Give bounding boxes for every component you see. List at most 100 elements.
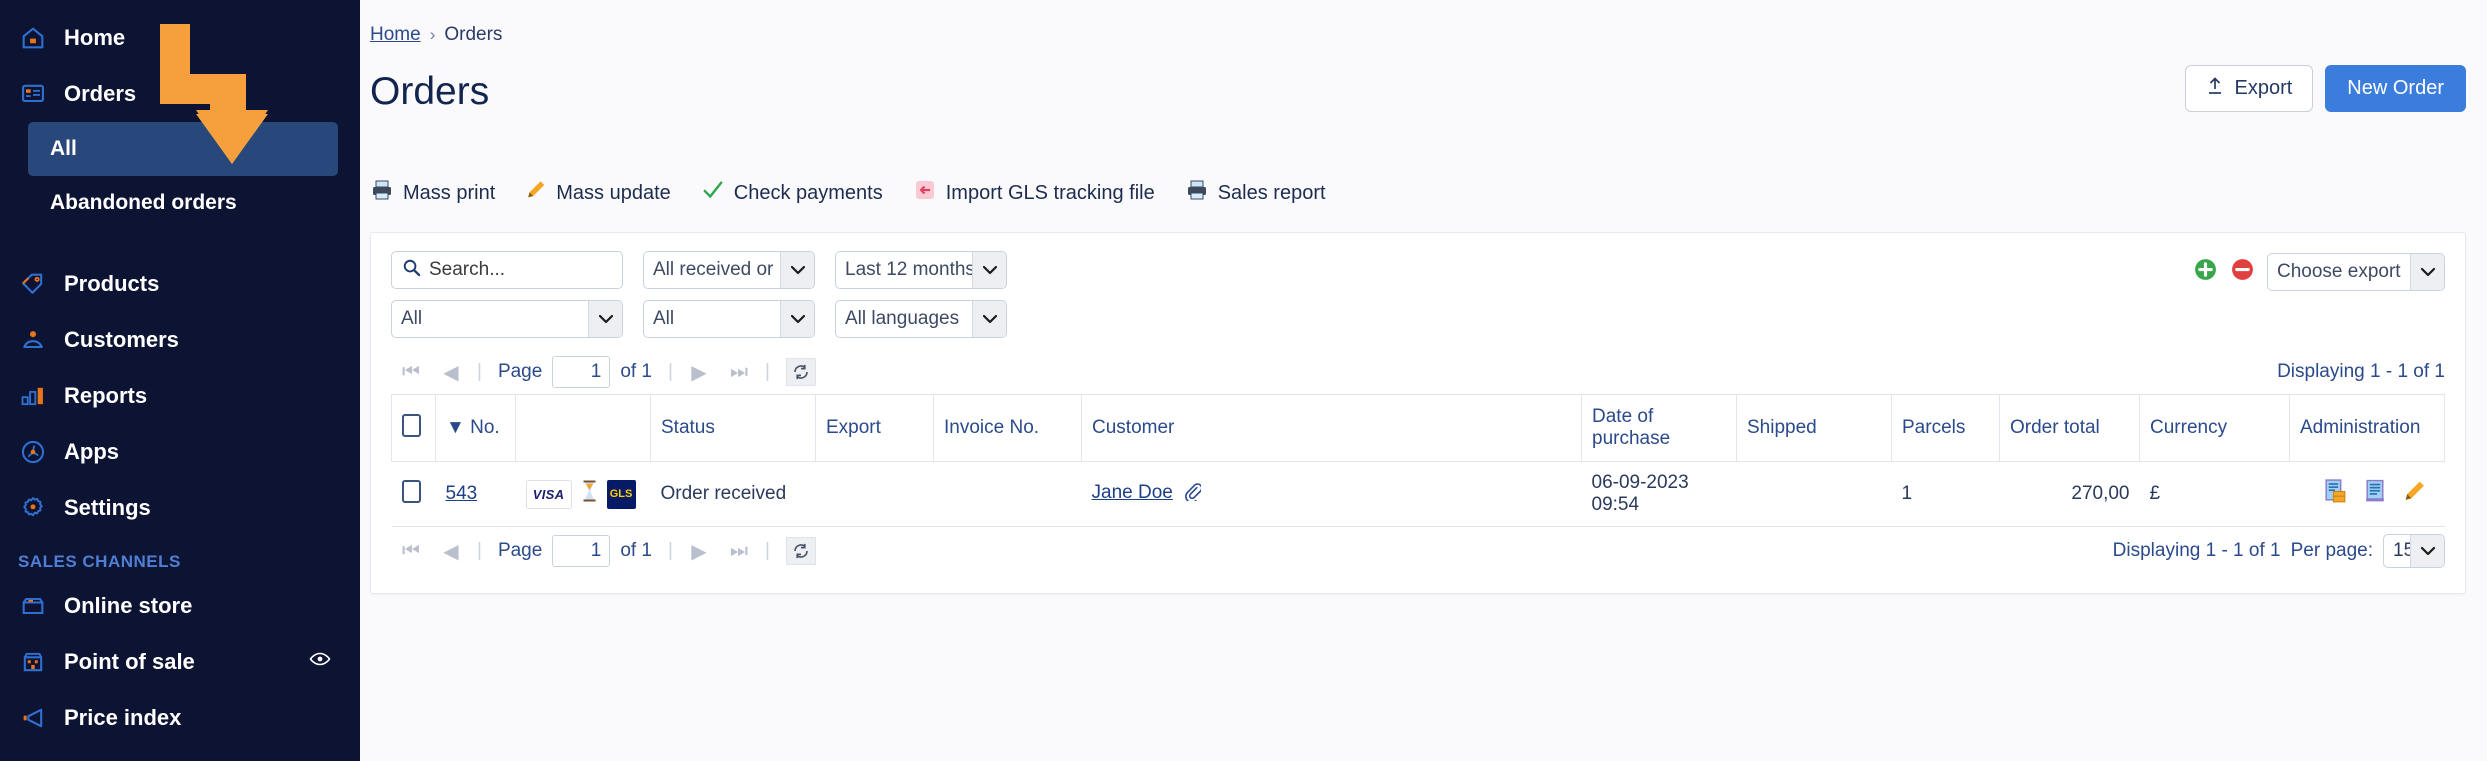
pencil-icon: [525, 179, 547, 207]
column-currency[interactable]: Currency: [2139, 394, 2290, 462]
remove-export-icon[interactable]: [2230, 257, 2255, 287]
packing-slip-icon[interactable]: [2362, 478, 2389, 511]
column-invoice-no[interactable]: Invoice No.: [933, 394, 1082, 462]
language-filter-select[interactable]: All languages: [835, 300, 1007, 338]
search-input[interactable]: [429, 259, 612, 281]
next-page-button[interactable]: ▶: [679, 360, 719, 385]
toolbar: Mass print Mass update Check payments Im…: [370, 178, 1326, 208]
column-no[interactable]: ▼ No.: [435, 394, 516, 462]
page-of-label: of 1: [620, 540, 653, 561]
table-row[interactable]: 543 VISA GLS Order received Jane Doe 06-…: [391, 461, 2445, 527]
choose-export-select[interactable]: Choose export: [2267, 253, 2445, 291]
column-label: Customer: [1092, 417, 1175, 438]
new-order-button[interactable]: New Order: [2325, 65, 2466, 112]
search-box[interactable]: [391, 251, 623, 289]
cell-invoice-no: [933, 461, 1082, 527]
column-export[interactable]: Export: [815, 394, 934, 462]
page-input[interactable]: [552, 535, 611, 567]
sidebar-item-home[interactable]: Home: [0, 10, 360, 66]
filters-row-2: All All All languages: [391, 300, 2445, 338]
hourglass-icon: [581, 479, 598, 509]
status-filter-select[interactable]: All received or: [643, 251, 815, 289]
import-gls-tracking-action[interactable]: Import GLS tracking file: [913, 178, 1155, 208]
pagination-bottom: ⏮ ◀ | Page of 1 | ▶ ⏭ | Displaying 1 - 1…: [391, 531, 2445, 571]
sidebar-item-settings[interactable]: Settings: [0, 480, 360, 536]
pager-divider: |: [668, 361, 673, 382]
mass-update-action[interactable]: Mass update: [525, 179, 671, 207]
visa-badge: VISA: [525, 479, 572, 509]
export-button[interactable]: Export: [2185, 65, 2314, 112]
sidebar-item-abandoned-orders[interactable]: Abandoned orders: [28, 176, 338, 230]
add-export-icon[interactable]: [2193, 257, 2218, 287]
next-page-button[interactable]: ▶: [679, 539, 719, 564]
column-shipped[interactable]: Shipped: [1736, 394, 1892, 462]
refresh-icon[interactable]: [785, 358, 816, 386]
column-customer[interactable]: Customer: [1081, 394, 1582, 462]
cell-order-number: 543: [435, 461, 516, 527]
sidebar-subitem-label: All: [50, 137, 77, 160]
select-all-checkbox[interactable]: [402, 413, 421, 437]
paperclip-icon[interactable]: [1184, 482, 1203, 507]
cell-administration: [2289, 461, 2445, 527]
customer-link[interactable]: Jane Doe: [1092, 482, 1173, 503]
column-label: Status: [661, 417, 715, 438]
sidebar-item-online-store[interactable]: Online store: [0, 578, 360, 634]
sidebar-item-apps[interactable]: Apps: [0, 424, 360, 480]
row-checkbox[interactable]: [401, 479, 421, 503]
column-date-of-purchase[interactable]: Date of purchase: [1581, 394, 1737, 462]
refresh-icon[interactable]: [785, 537, 816, 565]
filters-area: All received or Last 12 months: [391, 251, 2445, 338]
column-status[interactable]: Status: [650, 394, 816, 462]
order-number-link[interactable]: 543: [446, 483, 478, 504]
store-icon: [18, 591, 48, 621]
language-filter-value: All languages: [845, 308, 960, 329]
filter-a-select[interactable]: All: [391, 300, 623, 338]
sidebar-item-products[interactable]: Products: [0, 256, 360, 312]
filter-b-value: All: [653, 308, 675, 329]
last-page-button[interactable]: ⏭: [719, 361, 759, 384]
period-filter-value: Last 12 months: [845, 259, 972, 280]
edit-order-icon[interactable]: [2402, 479, 2427, 510]
sidebar-item-label: Orders: [64, 81, 137, 106]
cell-parcels: 1: [1891, 461, 2000, 527]
tag-icon: [18, 269, 48, 299]
column-order-total[interactable]: Order total: [1999, 394, 2140, 462]
chevron-right-icon: ›: [429, 25, 436, 44]
sidebar-item-reports[interactable]: Reports: [0, 368, 360, 424]
page-of-label: of 1: [620, 361, 653, 382]
chevron-down-icon: [2410, 254, 2444, 290]
last-page-button[interactable]: ⏭: [719, 540, 759, 563]
chevron-down-icon: [2410, 535, 2444, 567]
column-label: Currency: [2150, 417, 2228, 438]
mass-print-action[interactable]: Mass print: [370, 179, 495, 207]
sidebar-item-all[interactable]: All: [28, 122, 338, 176]
breadcrumb-home-link[interactable]: Home: [370, 24, 421, 46]
prev-page-button[interactable]: ◀: [431, 539, 471, 564]
prev-page-button[interactable]: ◀: [431, 360, 471, 385]
gear-icon: [18, 493, 48, 523]
period-filter-select[interactable]: Last 12 months: [835, 251, 1007, 289]
sidebar-item-orders[interactable]: Orders: [0, 66, 360, 122]
per-page-select[interactable]: 15: [2383, 534, 2445, 568]
sidebar-item-label: Settings: [64, 495, 151, 520]
cell-order-total: 270,00: [1999, 461, 2140, 527]
column-label: Invoice No.: [944, 417, 1040, 438]
app-root: Home Orders All Abandoned orders Product…: [0, 0, 2487, 761]
sales-report-action[interactable]: Sales report: [1185, 179, 1326, 207]
chevron-down-icon: [780, 301, 814, 337]
first-page-button[interactable]: ⏮: [391, 361, 431, 384]
sidebar-item-customers[interactable]: Customers: [0, 312, 360, 368]
column-parcels[interactable]: Parcels: [1891, 394, 2000, 462]
first-page-button[interactable]: ⏮: [391, 540, 431, 563]
filter-b-select[interactable]: All: [643, 300, 815, 338]
sidebar-item-point-of-sale[interactable]: Point of sale: [0, 634, 360, 690]
page-input[interactable]: [552, 356, 611, 388]
sidebar-item-label: Point of sale: [64, 649, 195, 674]
eye-icon[interactable]: [308, 647, 332, 677]
chevron-down-icon: [588, 301, 622, 337]
invoice-document-icon[interactable]: [2322, 478, 2349, 511]
sidebar-item-label: Apps: [64, 439, 119, 464]
sidebar-item-price-index[interactable]: Price index: [0, 690, 360, 746]
check-payments-action[interactable]: Check payments: [701, 179, 883, 207]
upload-icon: [2206, 76, 2224, 102]
